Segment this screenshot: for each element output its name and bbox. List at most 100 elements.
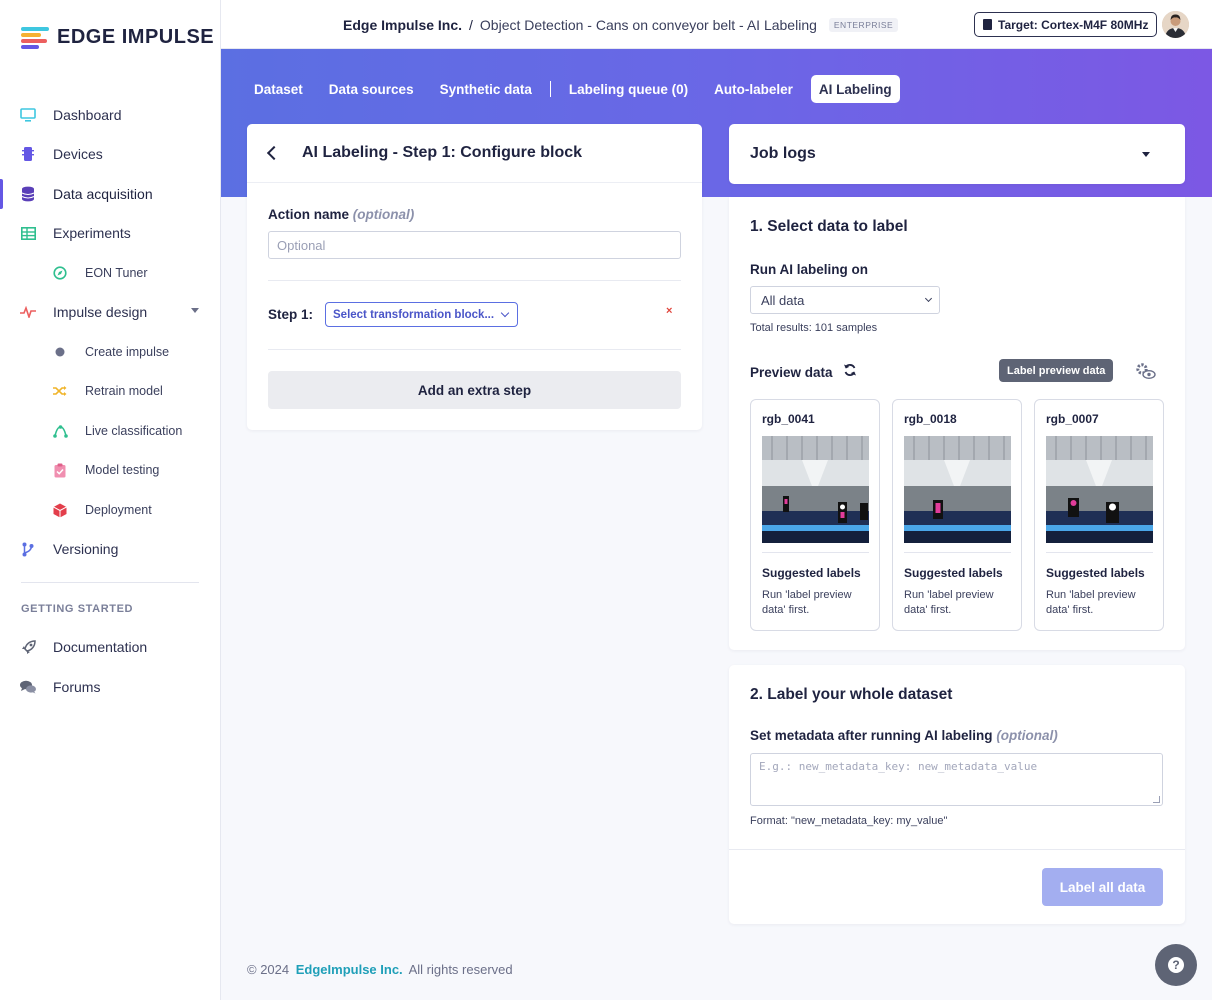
sidebar-item-label: Documentation	[53, 639, 148, 655]
sidebar-item-retrain-model[interactable]: Retrain model	[0, 376, 221, 406]
sidebar-item-label: Model testing	[85, 463, 160, 477]
sidebar-item-impulse-design[interactable]: Impulse design	[0, 297, 221, 327]
dot-icon	[52, 344, 68, 360]
logo-text: EDGE IMPULSE	[57, 26, 215, 48]
shuffle-icon	[52, 383, 68, 399]
avatar[interactable]	[1162, 11, 1189, 38]
chevron-down-icon[interactable]	[1142, 152, 1150, 157]
sidebar-item-model-testing[interactable]: Model testing	[0, 455, 221, 485]
settings-eye-icon[interactable]	[1134, 361, 1156, 381]
sidebar-item-label: EON Tuner	[85, 266, 148, 280]
tab-ai-labeling[interactable]: AI Labeling	[810, 75, 900, 103]
plan-badge: ENTERPRISE	[828, 18, 899, 32]
monitor-icon	[20, 107, 36, 123]
tab-labeling-queue[interactable]: Labeling queue (0)	[556, 75, 701, 103]
tab-synthetic-data[interactable]: Synthetic data	[427, 75, 545, 103]
sidebar-item-label: Retrain model	[85, 384, 163, 398]
action-name-input[interactable]: Optional	[268, 231, 681, 259]
cube-icon	[52, 502, 68, 518]
job-logs-title: Job logs	[750, 145, 816, 162]
sidebar-item-forums[interactable]: Forums	[0, 672, 221, 702]
remove-step-icon[interactable]: ×	[666, 305, 672, 317]
footer: © 2024 EdgeImpulse Inc. All rights reser…	[247, 962, 513, 977]
network-icon	[52, 423, 68, 439]
sample-thumbnail	[762, 436, 869, 543]
metadata-label: Set metadata after running AI labeling (…	[750, 728, 1058, 743]
chip-icon	[983, 19, 992, 30]
refresh-icon[interactable]	[843, 363, 857, 381]
help-button[interactable]: ?	[1155, 944, 1197, 986]
transformation-block-select[interactable]: Select transformation block...	[325, 302, 518, 327]
sample-thumbnail	[1046, 436, 1153, 543]
back-icon[interactable]	[266, 145, 282, 161]
table-icon	[20, 225, 36, 241]
sidebar-item-data-acquisition[interactable]: Data acquisition	[0, 179, 221, 209]
sidebar-item-deployment[interactable]: Deployment	[0, 495, 221, 525]
breadcrumb-separator: /	[469, 17, 473, 33]
footer-company-link[interactable]: EdgeImpulse Inc.	[296, 962, 403, 977]
sidebar-item-documentation[interactable]: Documentation	[0, 632, 221, 662]
compass-icon	[52, 265, 68, 281]
preview-sample-card[interactable]: rgb_0007 Suggested labels Run 'label pre…	[1034, 399, 1164, 631]
suggested-labels-message: Run 'label preview data' first.	[1046, 589, 1136, 616]
run-on-select-value: All data	[761, 292, 805, 308]
divider	[1046, 552, 1153, 553]
suggested-labels-title: Suggested labels	[904, 566, 1003, 580]
divider	[268, 280, 681, 281]
label-dataset-title: 2. Label your whole dataset	[750, 686, 953, 703]
breadcrumb-project[interactable]: Object Detection - Cans on conveyor belt…	[480, 17, 817, 33]
breadcrumb: Edge Impulse Inc. / Object Detection - C…	[343, 17, 899, 33]
run-on-select[interactable]: All data	[750, 286, 940, 314]
top-bar: Edge Impulse Inc. / Object Detection - C…	[221, 0, 1212, 49]
breadcrumb-org[interactable]: Edge Impulse Inc.	[343, 17, 462, 33]
suggested-labels-message: Run 'label preview data' first.	[762, 589, 852, 616]
job-logs-panel[interactable]: Job logs	[729, 124, 1185, 184]
footer-rights: All rights reserved	[408, 962, 513, 977]
pulse-icon	[20, 304, 36, 320]
tab-data-sources[interactable]: Data sources	[316, 75, 427, 103]
tab-auto-labeler[interactable]: Auto-labeler	[701, 75, 806, 103]
branch-icon	[20, 541, 36, 557]
sidebar-item-live-classification[interactable]: Live classification	[0, 416, 221, 446]
logo[interactable]: EDGE IMPULSE	[21, 26, 214, 49]
sidebar-item-versioning[interactable]: Versioning	[0, 534, 221, 564]
preview-data-header: Preview data	[750, 363, 857, 381]
sidebar: EDGE IMPULSE Dashboard Devices Data acqu…	[0, 0, 221, 1000]
configure-block-card: AI Labeling - Step 1: Configure block Ac…	[247, 124, 702, 430]
chevron-down-icon[interactable]	[191, 308, 199, 313]
metadata-format-hint: Format: "new_metadata_key: my_value"	[750, 815, 948, 827]
sidebar-section-title: GETTING STARTED	[21, 603, 134, 615]
divider	[268, 349, 681, 350]
sample-name: rgb_0041	[762, 412, 815, 426]
sidebar-item-label: Create impulse	[85, 345, 170, 359]
sidebar-item-label: Devices	[53, 146, 103, 162]
divider	[729, 849, 1185, 850]
metadata-textarea[interactable]: E.g.: new_metadata_key: new_metadata_val…	[750, 753, 1163, 806]
sample-thumbnail	[904, 436, 1011, 543]
select-data-title: 1. Select data to label	[750, 218, 908, 235]
run-on-label: Run AI labeling on	[750, 262, 868, 277]
clipboard-check-icon	[52, 462, 68, 478]
sidebar-divider	[21, 582, 199, 583]
tab-dataset[interactable]: Dataset	[221, 75, 316, 103]
preview-sample-card[interactable]: rgb_0018 Suggested labels Run 'label pre…	[892, 399, 1022, 631]
configure-block-title: AI Labeling - Step 1: Configure block	[302, 144, 583, 161]
action-name-label: Action name (optional)	[268, 207, 415, 222]
select-data-card: 1. Select data to label Run AI labeling …	[729, 197, 1185, 650]
resize-handle-icon[interactable]	[1153, 796, 1160, 803]
chevron-down-icon	[500, 308, 510, 318]
target-device-button[interactable]: Target: Cortex-M4F 80MHz	[974, 12, 1158, 37]
edge-impulse-logo-icon	[21, 26, 49, 49]
preview-sample-card[interactable]: rgb_0041 Suggested labels Run 'label pre…	[750, 399, 880, 631]
sidebar-item-create-impulse[interactable]: Create impulse	[0, 337, 221, 367]
sidebar-item-devices[interactable]: Devices	[0, 139, 221, 169]
metadata-placeholder: E.g.: new_metadata_key: new_metadata_val…	[759, 760, 1038, 773]
add-extra-step-button[interactable]: Add an extra step	[268, 371, 681, 409]
sidebar-item-label: Live classification	[85, 424, 183, 438]
label-preview-data-button[interactable]: Label preview data	[999, 359, 1114, 382]
sidebar-item-dashboard[interactable]: Dashboard	[0, 100, 221, 130]
sidebar-item-label: Dashboard	[53, 107, 122, 123]
sidebar-item-experiments[interactable]: Experiments	[0, 218, 221, 248]
sidebar-item-eon-tuner[interactable]: EON Tuner	[0, 258, 221, 288]
label-all-data-button[interactable]: Label all data	[1042, 868, 1163, 906]
